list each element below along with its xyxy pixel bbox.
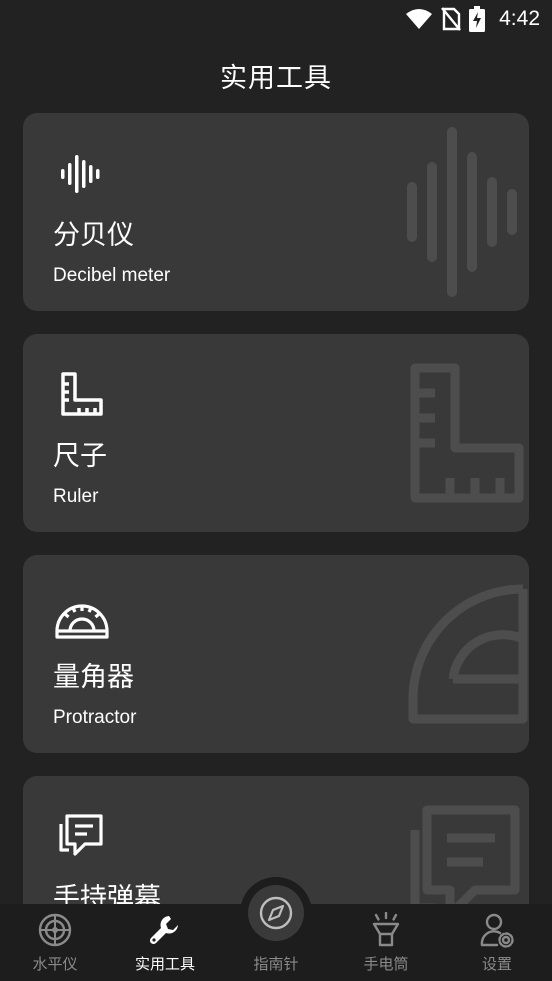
no-sim-icon xyxy=(441,7,462,31)
page-title: 实用工具 xyxy=(220,63,332,94)
nav-item-tools[interactable]: 实用工具 xyxy=(110,904,220,981)
status-bar: 4:42 xyxy=(0,0,552,38)
sound-wave-icon xyxy=(61,155,100,193)
decibel-meter-title: 分贝仪 xyxy=(53,220,134,251)
status-time: 4:42 xyxy=(499,7,540,30)
nav-label-settings: 设置 xyxy=(481,955,512,973)
wifi-icon xyxy=(406,9,433,29)
compass-button[interactable] xyxy=(240,877,312,949)
status-icons: 4:42 xyxy=(405,6,540,32)
nav-item-settings[interactable]: 设置 xyxy=(442,904,552,981)
nav-label-level: 水平仪 xyxy=(32,955,78,973)
protractor-subtitle: Protractor xyxy=(53,707,137,728)
nav-label-tools: 实用工具 xyxy=(134,955,195,973)
nav-label-compass: 指南针 xyxy=(253,955,299,973)
sound-wave-bg-icon xyxy=(407,127,517,297)
decibel-meter-subtitle: Decibel meter xyxy=(53,265,171,286)
ruler-bg-icon xyxy=(410,363,524,503)
ruler-subtitle: Ruler xyxy=(53,486,99,507)
protractor-icon xyxy=(55,604,109,639)
nav-item-flashlight[interactable]: 手电筒 xyxy=(331,904,441,981)
flashlight-icon xyxy=(372,912,400,947)
user-settings-icon xyxy=(480,913,514,948)
protractor-bg-icon xyxy=(408,584,528,724)
decibel-meter-card[interactable]: 分贝仪 Decibel meter xyxy=(23,113,529,311)
level-icon xyxy=(38,913,72,947)
chat-bubble-icon xyxy=(59,814,103,856)
protractor-title: 量角器 xyxy=(53,662,134,693)
ruler-title: 尺子 xyxy=(53,441,107,472)
wrench-icon xyxy=(149,916,178,945)
nav-item-level[interactable]: 水平仪 xyxy=(0,904,110,981)
ruler-icon xyxy=(61,372,103,416)
compass-button-inner xyxy=(248,885,304,941)
protractor-card[interactable]: 量角器 Protractor xyxy=(23,555,529,753)
compass-icon xyxy=(259,896,293,930)
battery-charging-icon xyxy=(469,6,486,32)
ruler-card[interactable]: 尺子 Ruler xyxy=(23,334,529,532)
nav-label-flashlight: 手电筒 xyxy=(363,955,409,973)
